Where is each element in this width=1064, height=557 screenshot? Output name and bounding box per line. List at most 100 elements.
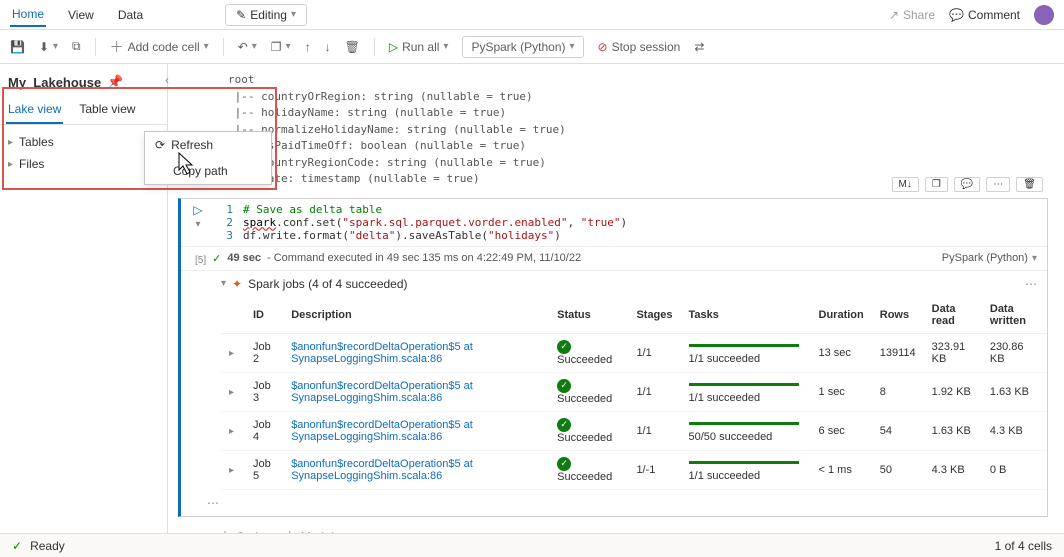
job-duration: < 1 ms [811,450,872,489]
code-line-1: # Save as delta table [243,203,382,216]
code-token: "delta" [349,229,395,242]
chevron-right-icon: ▸ [8,159,13,170]
col-rows[interactable]: Rows [872,297,924,334]
context-copy-path[interactable]: Copy path [145,158,271,184]
markdown-toggle[interactable]: M↓ [892,177,919,192]
save-button[interactable]: 💾 [10,40,25,54]
explorer-tree: ▸ Tables ⋯ ▸ Files ⟳ Refresh Copy path [0,125,167,181]
cube-button[interactable]: ⧉ [72,39,81,54]
spark-more-icon[interactable]: ⋯ [1025,277,1037,291]
spark-jobs-header[interactable]: ▾ ✦ Spark jobs (4 of 4 succeeded) ⋯ [181,270,1047,297]
share-button[interactable]: ↗ Share [889,8,935,22]
cell-status-row: [5] ✓ 49 sec - Command executed in 49 se… [181,246,1047,270]
job-read: 4.3 KB [924,450,982,489]
cell-comment-button[interactable]: 💬 [954,177,980,192]
col-read[interactable]: Data read [924,297,982,334]
code-cell[interactable]: M↓ ❐ 💬 ⋯ 🗑 ▷ ▾ 123 # Save as delta table… [178,198,1048,517]
job-desc-link[interactable]: $anonfun$recordDeltaOperation$5 at Synap… [291,458,473,482]
job-status: Succeeded [557,354,612,366]
table-row[interactable]: ▸ Job 4 $anonfun$recordDeltaOperation$5 … [221,411,1047,450]
filter-button[interactable]: ⇄ [694,40,704,54]
tables-label: Tables [19,135,54,149]
stop-session-label: Stop session [612,40,681,54]
more-rows-indicator[interactable]: ⋯ [181,490,1047,516]
chevron-down-icon: ▾ [291,9,296,20]
job-rows: 8 [872,372,924,411]
job-read: 323.91 KB [924,333,982,372]
check-icon: ✓ [12,539,22,553]
col-written[interactable]: Data written [982,297,1047,334]
run-all-label: Run all [402,40,439,54]
copy-path-label: Copy path [155,164,228,178]
task-progress-bar [689,344,799,347]
job-tasks: 50/50 succeeded [689,431,773,443]
tab-lake-view[interactable]: Lake view [6,96,63,124]
tree-item-tables[interactable]: ▸ Tables ⋯ [6,131,161,153]
kernel-label: PySpark (Python) [471,40,565,54]
refresh-icon: ⟳ [155,138,165,152]
job-id: Job 4 [245,411,283,450]
run-all-button[interactable]: ▷ Run all ▾ [389,40,449,54]
job-duration: 1 sec [811,372,872,411]
files-label: Files [19,157,44,171]
task-progress-bar [689,383,799,386]
job-desc-link[interactable]: $anonfun$recordDeltaOperation$5 at Synap… [291,419,473,443]
user-avatar[interactable] [1034,5,1054,25]
job-id: Job 5 [245,450,283,489]
col-duration[interactable]: Duration [811,297,872,334]
job-desc-link[interactable]: $anonfun$recordDeltaOperation$5 at Synap… [291,380,473,404]
add-cell-row: ＋Code ＋Markdown [178,517,1048,534]
kernel-selector[interactable]: PySpark (Python) ▾ [462,36,583,58]
download-button[interactable]: ⬇ ▾ [39,40,58,54]
comment-icon: 💬 [949,8,964,22]
job-written: 4.3 KB [982,411,1047,450]
job-status: Succeeded [557,471,612,483]
col-id[interactable]: ID [245,297,283,334]
job-written: 1.63 KB [982,372,1047,411]
chevron-right-icon[interactable]: ▸ [229,465,234,476]
context-refresh[interactable]: ⟳ Refresh [145,132,271,158]
col-status[interactable]: Status [549,297,628,334]
cell-language-selector[interactable]: PySpark (Python) ▾ [942,252,1037,264]
chevron-down-icon[interactable]: ▾ [195,219,200,230]
code-token: ).saveAsTable( [395,229,488,242]
editing-mode-button[interactable]: ✎ Editing ▾ [225,4,307,26]
undo-button[interactable]: ↶ ▾ [238,40,257,54]
tab-table-view[interactable]: Table view [77,96,137,124]
table-row[interactable]: ▸ Job 5 $anonfun$recordDeltaOperation$5 … [221,450,1047,489]
tab-view[interactable]: View [66,4,96,26]
stop-session-button[interactable]: ⊘ Stop session [598,40,681,54]
add-code-cell-button[interactable]: ＋Add code cell ▾ [110,37,209,57]
chevron-right-icon: ▸ [8,137,13,148]
job-tasks: 1/1 succeeded [689,470,761,482]
job-written: 230.86 KB [982,333,1047,372]
job-stages: 1/-1 [628,450,680,489]
cell-delete-button[interactable]: 🗑 [1016,177,1043,192]
comment-button[interactable]: 💬 Comment [949,8,1020,22]
share-label: Share [903,8,935,22]
cell-copy-button[interactable]: ❐ [925,177,948,192]
table-row[interactable]: ▸ Job 3 $anonfun$recordDeltaOperation$5 … [221,372,1047,411]
cell-run-button[interactable]: ▷ [193,203,202,217]
pin-icon[interactable]: 📌 [107,74,123,90]
chevron-right-icon[interactable]: ▸ [229,426,234,437]
cell-more-button[interactable]: ⋯ [986,177,1010,192]
move-up-button[interactable]: ↑ [305,40,311,54]
code-editor[interactable]: # Save as delta table spark.conf.set("sp… [237,199,1047,246]
lake-tabs: Lake view Table view [0,96,167,125]
chevron-right-icon[interactable]: ▸ [229,387,234,398]
col-desc[interactable]: Description [283,297,549,334]
move-down-button[interactable]: ↓ [325,40,331,54]
chevron-right-icon[interactable]: ▸ [229,348,234,359]
col-tasks[interactable]: Tasks [681,297,811,334]
tab-home[interactable]: Home [10,3,46,27]
delete-button[interactable]: 🗑 [345,40,360,54]
tree-item-files[interactable]: ▸ Files [6,153,161,175]
copy-button[interactable]: ❐ ▾ [271,40,291,54]
table-row[interactable]: ▸ Job 2 $anonfun$recordDeltaOperation$5 … [221,333,1047,372]
job-desc-link[interactable]: $anonfun$recordDeltaOperation$5 at Synap… [291,341,473,365]
code-token: .conf.set( [276,216,342,229]
cell-count: 1 of 4 cells [995,539,1052,553]
col-stages[interactable]: Stages [628,297,680,334]
tab-data[interactable]: Data [116,4,145,26]
